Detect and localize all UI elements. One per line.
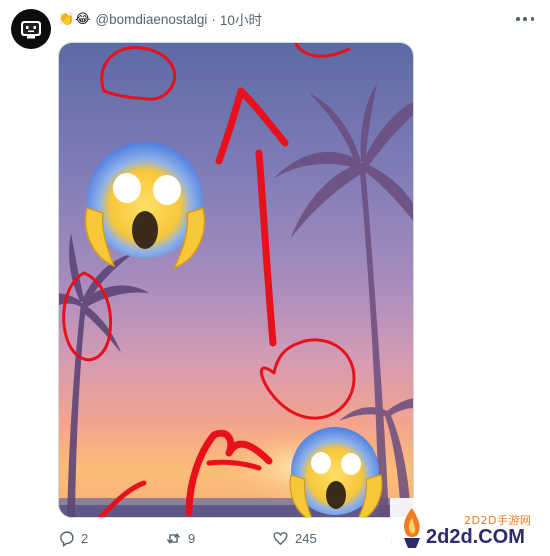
like-count: 245 (295, 530, 317, 546)
reply-button[interactable]: 2 (58, 526, 88, 550)
flame-logo-icon (404, 508, 420, 548)
retweet-button[interactable]: 9 (165, 526, 195, 550)
more-options-button[interactable] (516, 12, 534, 26)
reply-icon (60, 530, 74, 547)
watermark: 2D2D手游网 2d2d.COM (390, 498, 550, 556)
retweet-icon (167, 533, 180, 543)
watermark-en: 2d2d.COM (426, 526, 525, 548)
separator-dot: · (211, 11, 216, 27)
face-screaming-in-fear-emoji (84, 142, 206, 270)
like-button[interactable]: 245 (272, 526, 317, 550)
post-image[interactable] (58, 42, 414, 518)
avatar[interactable] (11, 9, 51, 49)
heart-icon (273, 531, 288, 545)
post-time[interactable]: 10小时 (220, 9, 262, 29)
display-name-emojis[interactable]: 👏😂 (58, 12, 91, 27)
tv-face-icon (21, 21, 41, 39)
retweet-count: 9 (188, 530, 196, 546)
reply-count: 2 (81, 530, 89, 546)
user-handle[interactable]: @bomdiaenostalgi (95, 12, 207, 27)
action-bar: 2 9 245 (58, 526, 398, 550)
more-horizontal-icon (516, 17, 520, 21)
post-header: 👏😂 @bomdiaenostalgi · 10小时 (58, 9, 510, 29)
